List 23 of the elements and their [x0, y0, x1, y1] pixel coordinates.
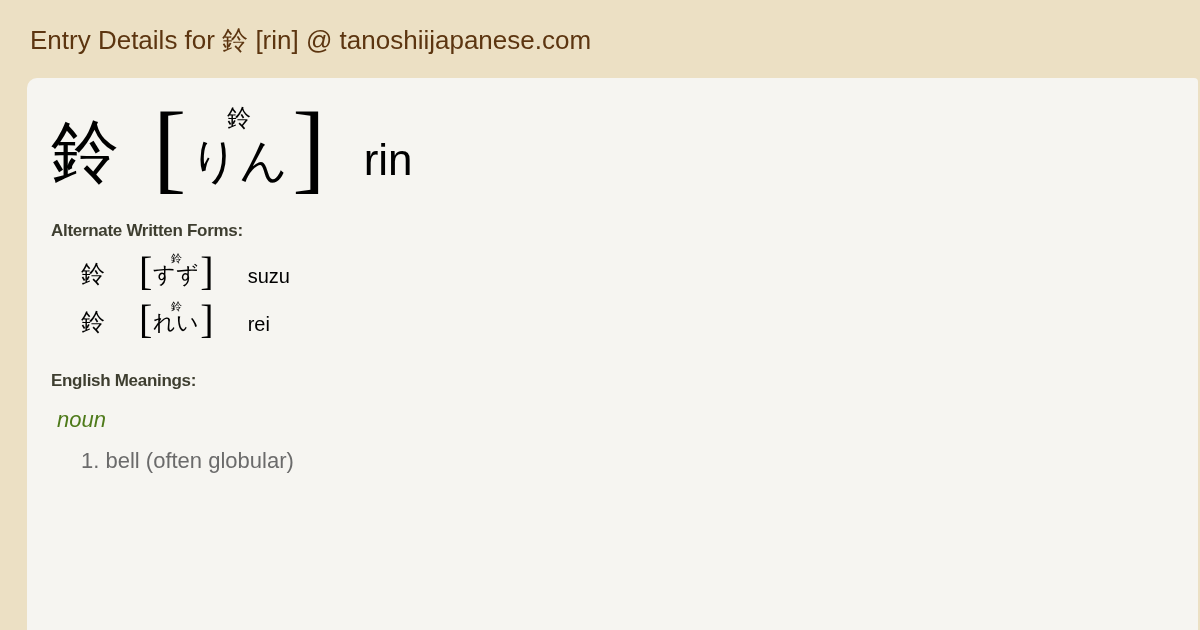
- romaji-reading: rin: [363, 138, 413, 182]
- page-title: Entry Details for 鈴 [rin] @ tanoshiijapanese.com: [30, 23, 592, 57]
- kana-reading: りん: [190, 136, 289, 184]
- kanji-form: 鈴: [81, 261, 105, 286]
- bracket: ]: [200, 299, 214, 340]
- romaji-reading: suzu: [247, 265, 290, 286]
- section-heading: English Meanings:: [51, 369, 198, 392]
- kana-reading: すず: [153, 263, 200, 286]
- kana-reading: れい: [153, 311, 200, 334]
- furigana: 鈴: [227, 106, 252, 130]
- bracket: [: [139, 251, 153, 292]
- romaji-reading: rei: [247, 313, 270, 334]
- bracket: [: [153, 98, 187, 198]
- furigana: 鈴: [170, 300, 182, 312]
- bracket: ]: [200, 251, 214, 292]
- kanji-form: 鈴: [81, 309, 105, 334]
- kanji-heading: 鈴: [51, 118, 119, 186]
- section-heading: Alternate Written Forms:: [51, 220, 244, 242]
- furigana: 鈴: [170, 252, 182, 264]
- bracket: ]: [292, 98, 326, 198]
- part-of-speech: noun: [57, 406, 107, 434]
- meaning-text: 1. bell (often globular): [81, 447, 295, 475]
- bracket: [: [139, 299, 153, 340]
